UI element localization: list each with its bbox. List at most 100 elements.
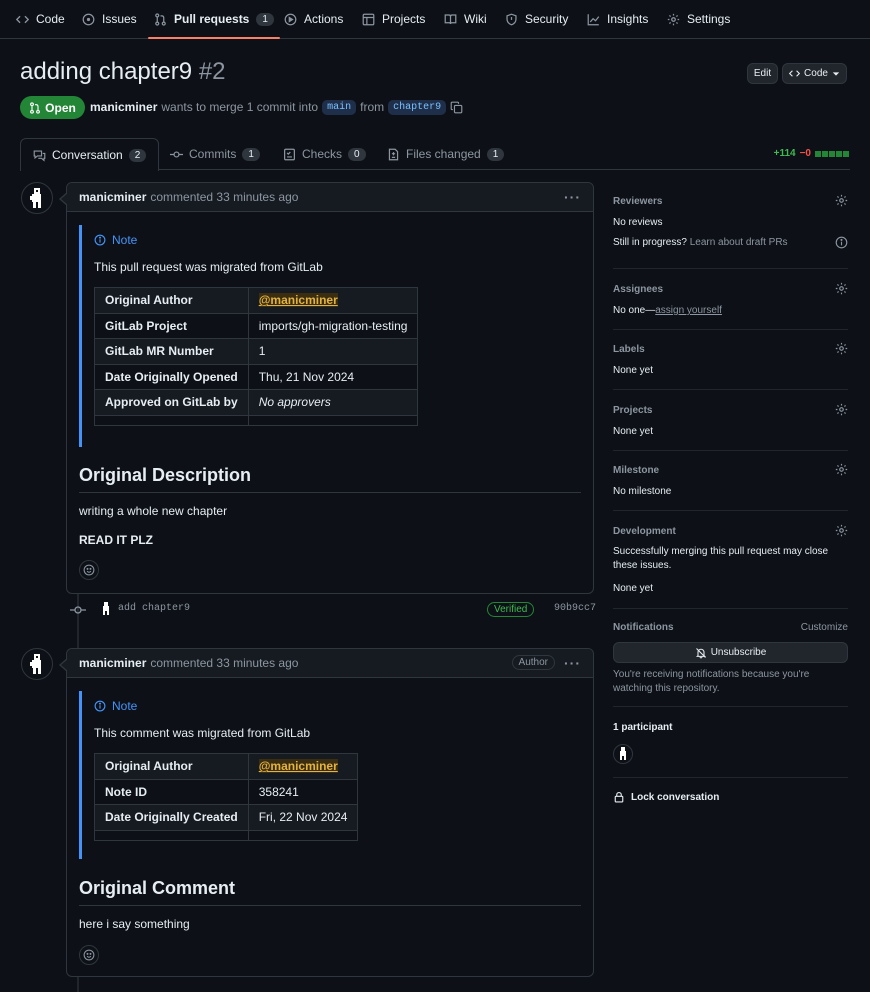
- customize-link[interactable]: Customize: [801, 622, 848, 633]
- note-text: This pull request was migrated from GitL…: [94, 260, 323, 274]
- nav-code[interactable]: Code: [16, 0, 65, 38]
- nav-pull-requests[interactable]: Pull requests 1: [148, 0, 280, 39]
- draft-pr-hint: Still in progress? Learn about draft PRs: [613, 237, 788, 248]
- assignees-title[interactable]: Assignees: [613, 284, 663, 295]
- info-icon[interactable]: [835, 236, 848, 249]
- pr-meta: manicminer wants to merge 1 commit into …: [90, 97, 463, 117]
- sidebar-assignees: Assignees No one—assign yourself: [613, 282, 848, 330]
- sidebar-milestone: Milestone No milestone: [613, 463, 848, 511]
- nav-settings[interactable]: Settings: [667, 0, 730, 38]
- commit-author-avatar[interactable]: [100, 601, 112, 617]
- table-value: Thu, 21 Nov 2024: [247, 363, 419, 390]
- user-mention[interactable]: @manicminer: [258, 759, 338, 774]
- projects-title[interactable]: Projects: [613, 405, 652, 416]
- table-key: Note ID: [94, 778, 249, 805]
- nav-security[interactable]: Security: [505, 0, 568, 38]
- copy-icon[interactable]: [450, 101, 463, 114]
- note-callout: Note This pull request was migrated from…: [79, 225, 419, 447]
- nav-security-label: Security: [525, 12, 569, 26]
- assignees-value: No one—assign yourself: [613, 305, 722, 316]
- tab-files-changed[interactable]: Files changed 1: [387, 138, 505, 170]
- kebab-menu-icon[interactable]: ···: [564, 655, 581, 671]
- table-row: Original Author @manicminer: [94, 287, 419, 314]
- development-text: these issues.: [613, 560, 672, 571]
- tab-checks[interactable]: Checks 0: [283, 138, 366, 170]
- section-heading: Original Comment: [79, 878, 581, 906]
- info-icon: [94, 700, 106, 712]
- pr-tabs: Conversation 2 Commits 1 Checks 0 Files …: [20, 138, 850, 171]
- table-row: GitLab MR Number 1: [94, 338, 419, 365]
- nav-projects[interactable]: Projects: [362, 0, 425, 38]
- labels-title[interactable]: Labels: [613, 344, 645, 355]
- comment-discussion-icon: [33, 149, 46, 162]
- note-text: This comment was migrated from GitLab: [94, 726, 311, 740]
- commit-icon: [170, 148, 183, 161]
- milestone-title[interactable]: Milestone: [613, 465, 659, 476]
- tab-commits[interactable]: Commits 1: [170, 138, 260, 170]
- head-branch[interactable]: chapter9: [388, 99, 447, 115]
- assign-yourself-link[interactable]: assign yourself: [655, 305, 722, 316]
- state-label: Open: [45, 100, 76, 115]
- gear-icon[interactable]: [835, 403, 848, 416]
- diffstat: +114 −0: [774, 148, 850, 159]
- gear-icon[interactable]: [835, 463, 848, 476]
- edit-button[interactable]: Edit: [747, 63, 778, 84]
- table-row: GitLab Project imports/gh-migration-testi…: [94, 312, 419, 339]
- sidebar-labels: Labels None yet: [613, 342, 848, 390]
- code-dropdown-button[interactable]: Code: [782, 63, 847, 84]
- commit-message[interactable]: add chapter9: [118, 603, 190, 614]
- lock-conversation-label: Lock conversation: [631, 791, 720, 803]
- comment-timestamp[interactable]: commented 33 minutes ago: [150, 190, 298, 204]
- note-label: Note: [112, 233, 138, 247]
- pr-author[interactable]: manicminer: [90, 100, 157, 114]
- avatar[interactable]: [21, 182, 53, 214]
- user-mention[interactable]: @manicminer: [258, 293, 338, 308]
- nav-wiki[interactable]: Wiki: [444, 0, 487, 38]
- issue-icon: [82, 13, 95, 26]
- table-value: No approvers: [247, 389, 419, 416]
- comment-paragraph: here i say something: [79, 917, 190, 931]
- smiley-icon: [83, 564, 95, 576]
- lock-conversation[interactable]: Lock conversation: [613, 791, 719, 803]
- reviewers-title[interactable]: Reviewers: [613, 196, 662, 207]
- comment-header: manicminer commented 33 minutes ago Auth…: [67, 649, 593, 678]
- table-value: 1: [247, 338, 419, 365]
- tab-checks-count: 0: [348, 147, 366, 161]
- participant-avatar[interactable]: [613, 744, 633, 764]
- add-reaction-button[interactable]: [79, 560, 99, 580]
- nav-actions[interactable]: Actions: [284, 0, 343, 38]
- tab-checks-label: Checks: [302, 147, 343, 161]
- draft-question: Still in progress?: [613, 237, 687, 248]
- draft-pr-link[interactable]: Learn about draft PRs: [690, 237, 788, 248]
- gear-icon[interactable]: [835, 282, 848, 295]
- table-row: Approved on GitLab by No approvers: [94, 389, 419, 416]
- notifications-text: watching this repository.: [613, 683, 720, 694]
- milestone-value: No milestone: [613, 486, 672, 497]
- gear-icon[interactable]: [835, 342, 848, 355]
- tab-conversation-count: 2: [128, 148, 147, 162]
- table-key: GitLab MR Number: [94, 338, 249, 365]
- development-title[interactable]: Development: [613, 526, 676, 537]
- sidebar-development: Development Successfully merging this pu…: [613, 524, 848, 609]
- gear-icon[interactable]: [835, 524, 848, 537]
- add-reaction-button[interactable]: [79, 945, 99, 965]
- nav-insights-label: Insights: [607, 12, 649, 26]
- comment-card: manicminer commented 33 minutes ago ··· …: [59, 182, 594, 594]
- verified-badge[interactable]: Verified: [487, 602, 535, 617]
- tab-conversation[interactable]: Conversation 2: [20, 138, 160, 171]
- base-branch[interactable]: main: [322, 99, 357, 115]
- nav-issues-label: Issues: [102, 12, 137, 26]
- nav-insights[interactable]: Insights: [587, 0, 648, 38]
- table-row: Original Author @manicminer: [94, 753, 359, 780]
- nav-issues[interactable]: Issues: [82, 0, 137, 38]
- comment-author[interactable]: manicminer: [79, 190, 146, 204]
- nav-code-label: Code: [36, 12, 65, 26]
- avatar[interactable]: [21, 648, 53, 680]
- kebab-menu-icon[interactable]: ···: [564, 189, 581, 205]
- comment-author[interactable]: manicminer: [79, 656, 146, 670]
- commit-sha[interactable]: 90b9cc7: [554, 603, 596, 614]
- unsubscribe-button[interactable]: Unsubscribe: [613, 642, 848, 663]
- comment-timestamp[interactable]: commented 33 minutes ago: [150, 656, 298, 670]
- gear-icon[interactable]: [835, 194, 848, 207]
- pr-title-text: adding chapter9: [20, 58, 193, 85]
